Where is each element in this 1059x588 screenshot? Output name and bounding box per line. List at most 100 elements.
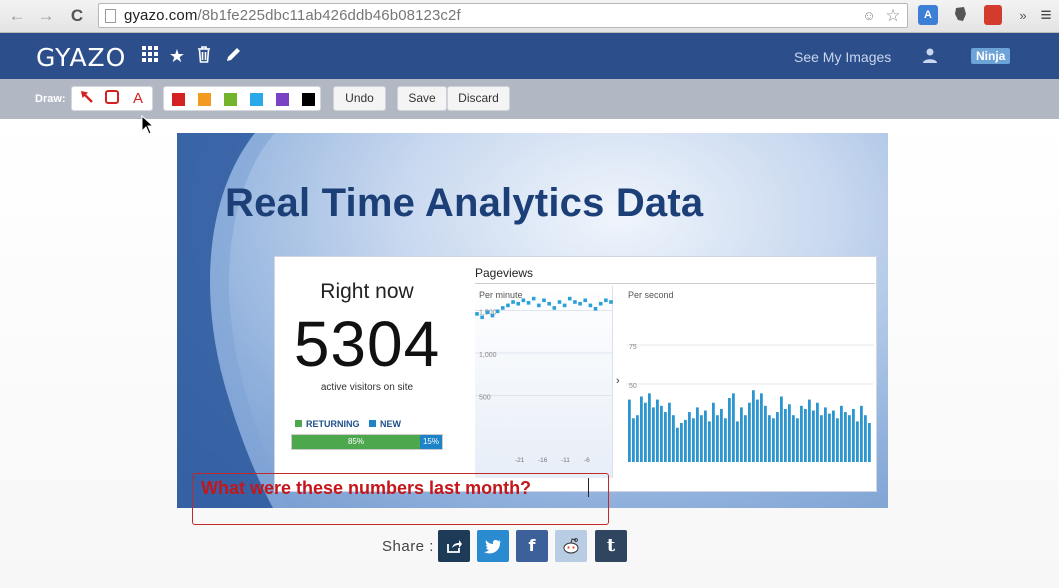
- ps-bar: [640, 396, 643, 462]
- ps-bar: [628, 399, 631, 462]
- text-tool-icon[interactable]: A: [127, 89, 149, 109]
- text-caret: [588, 478, 589, 497]
- pm-point: [537, 303, 541, 308]
- ps-bar: [744, 415, 747, 462]
- pm-point: [506, 303, 510, 308]
- slide-title: Real Time Analytics Data: [225, 181, 704, 225]
- bookmark-star-icon[interactable]: ☆: [883, 6, 903, 26]
- back-arrow-icon[interactable]: ←: [6, 5, 28, 27]
- color-swatch-black[interactable]: [302, 93, 315, 106]
- star-icon[interactable]: ★: [167, 46, 187, 66]
- facebook-button[interactable]: f: [516, 530, 548, 562]
- pm-point: [485, 310, 490, 314]
- share-label: Share :: [382, 538, 434, 555]
- pm-xtick-label: -6: [584, 457, 590, 464]
- color-palette: [163, 86, 321, 111]
- screenshot-image[interactable]: Real Time Analytics Data Right now 5304 …: [177, 133, 888, 508]
- reload-icon[interactable]: C: [66, 5, 88, 27]
- menu-icon[interactable]: ≡: [1035, 5, 1057, 27]
- annotation-text-box[interactable]: What were these numbers last month?: [192, 473, 609, 525]
- color-swatch-red[interactable]: [172, 93, 185, 106]
- twitter-button[interactable]: [477, 530, 509, 562]
- forward-arrow-icon[interactable]: →: [35, 5, 57, 27]
- ps-bar: [868, 423, 871, 462]
- ps-bar: [652, 407, 655, 462]
- user-icon[interactable]: [922, 47, 940, 65]
- ps-bar: [684, 419, 687, 462]
- ninja-badge[interactable]: Ninja: [971, 48, 1011, 64]
- translate-icon[interactable]: A: [918, 5, 938, 25]
- twitter-icon: [484, 540, 501, 554]
- ps-bar: [820, 415, 823, 462]
- ps-bar: [680, 423, 683, 462]
- color-swatch-purple[interactable]: [276, 93, 289, 106]
- ps-bar: [636, 415, 639, 462]
- pageviews-title: Pageviews: [475, 266, 534, 280]
- ps-bar: [816, 402, 819, 462]
- gyazo-logo[interactable]: GYAZO: [36, 43, 126, 72]
- url-path: /8b1fe225dbc11ab426ddb46b08123c2f: [197, 7, 461, 24]
- tumblr-button[interactable]: t: [595, 530, 627, 562]
- reddit-ext-icon[interactable]: ☺: [859, 6, 879, 26]
- evernote-icon[interactable]: [951, 5, 971, 25]
- reddit-icon: [563, 538, 579, 554]
- pencil-icon[interactable]: [223, 46, 243, 66]
- color-swatch-blue[interactable]: [250, 93, 263, 106]
- analytics-panel: Right now 5304 active visitors on site R…: [274, 256, 877, 492]
- ps-bar: [828, 413, 831, 462]
- trash-icon[interactable]: [194, 46, 214, 66]
- tool-group: A: [71, 86, 153, 111]
- ps-bar: [864, 415, 867, 462]
- pm-point: [593, 307, 598, 311]
- url-domain: gyazo.com: [124, 7, 198, 24]
- pm-point: [531, 296, 536, 301]
- grid-icon[interactable]: [140, 46, 160, 66]
- ps-bar: [716, 415, 719, 462]
- page-icon: [105, 9, 116, 23]
- color-swatch-green[interactable]: [224, 93, 237, 106]
- ps-bar: [676, 427, 679, 462]
- ps-bar: [764, 405, 767, 462]
- pm-point: [526, 301, 531, 305]
- per-second-chart: Per second 75 50: [626, 286, 874, 478]
- pm-point: [557, 300, 562, 304]
- arrow-tool-icon[interactable]: [76, 89, 98, 109]
- legend-new: NEW: [369, 419, 401, 429]
- visitors-summary: Right now 5304 active visitors on site R…: [275, 257, 472, 493]
- ps-bar: [768, 415, 771, 462]
- rectangle-tool-icon[interactable]: [101, 89, 123, 109]
- pm-point: [562, 303, 567, 308]
- ps-bar: [836, 418, 839, 462]
- ps-bar: [708, 421, 711, 462]
- ps-bar: [688, 412, 691, 462]
- discard-button[interactable]: Discard: [447, 86, 510, 111]
- ps-bar: [856, 421, 859, 462]
- address-bar[interactable]: gyazo.com/8b1fe225dbc11ab426ddb46b08123c…: [98, 3, 908, 28]
- annotation-text[interactable]: What were these numbers last month?: [201, 478, 531, 499]
- ps-bar: [732, 393, 735, 462]
- legend-new-swatch: [369, 420, 376, 427]
- share-icon: [447, 540, 462, 553]
- ps-bar: [824, 407, 827, 462]
- ps-bar: [736, 421, 739, 462]
- ps-bar: [776, 412, 779, 462]
- url-text[interactable]: gyazo.com/8b1fe225dbc11ab426ddb46b08123c…: [124, 7, 461, 24]
- reddit-button[interactable]: [555, 530, 587, 562]
- overflow-icon[interactable]: »: [1012, 5, 1034, 27]
- ps-bar: [808, 399, 811, 462]
- pm-point: [475, 312, 479, 316]
- chart-chevron-icon[interactable]: ›: [616, 375, 620, 387]
- bookmark-icon[interactable]: [984, 5, 1002, 25]
- undo-button[interactable]: Undo: [333, 86, 386, 111]
- share-button[interactable]: [438, 530, 470, 562]
- see-my-images-link[interactable]: See My Images: [794, 49, 891, 65]
- pm-point: [480, 315, 484, 320]
- per-second-plot: 75 50: [626, 344, 874, 462]
- pm-ytick-label: 1,000: [479, 352, 497, 359]
- save-button[interactable]: Save: [397, 86, 447, 111]
- ps-bar: [804, 408, 807, 462]
- pm-point: [578, 301, 582, 306]
- ps-bar: [672, 415, 675, 462]
- color-swatch-orange[interactable]: [198, 93, 211, 106]
- pm-point: [495, 309, 500, 314]
